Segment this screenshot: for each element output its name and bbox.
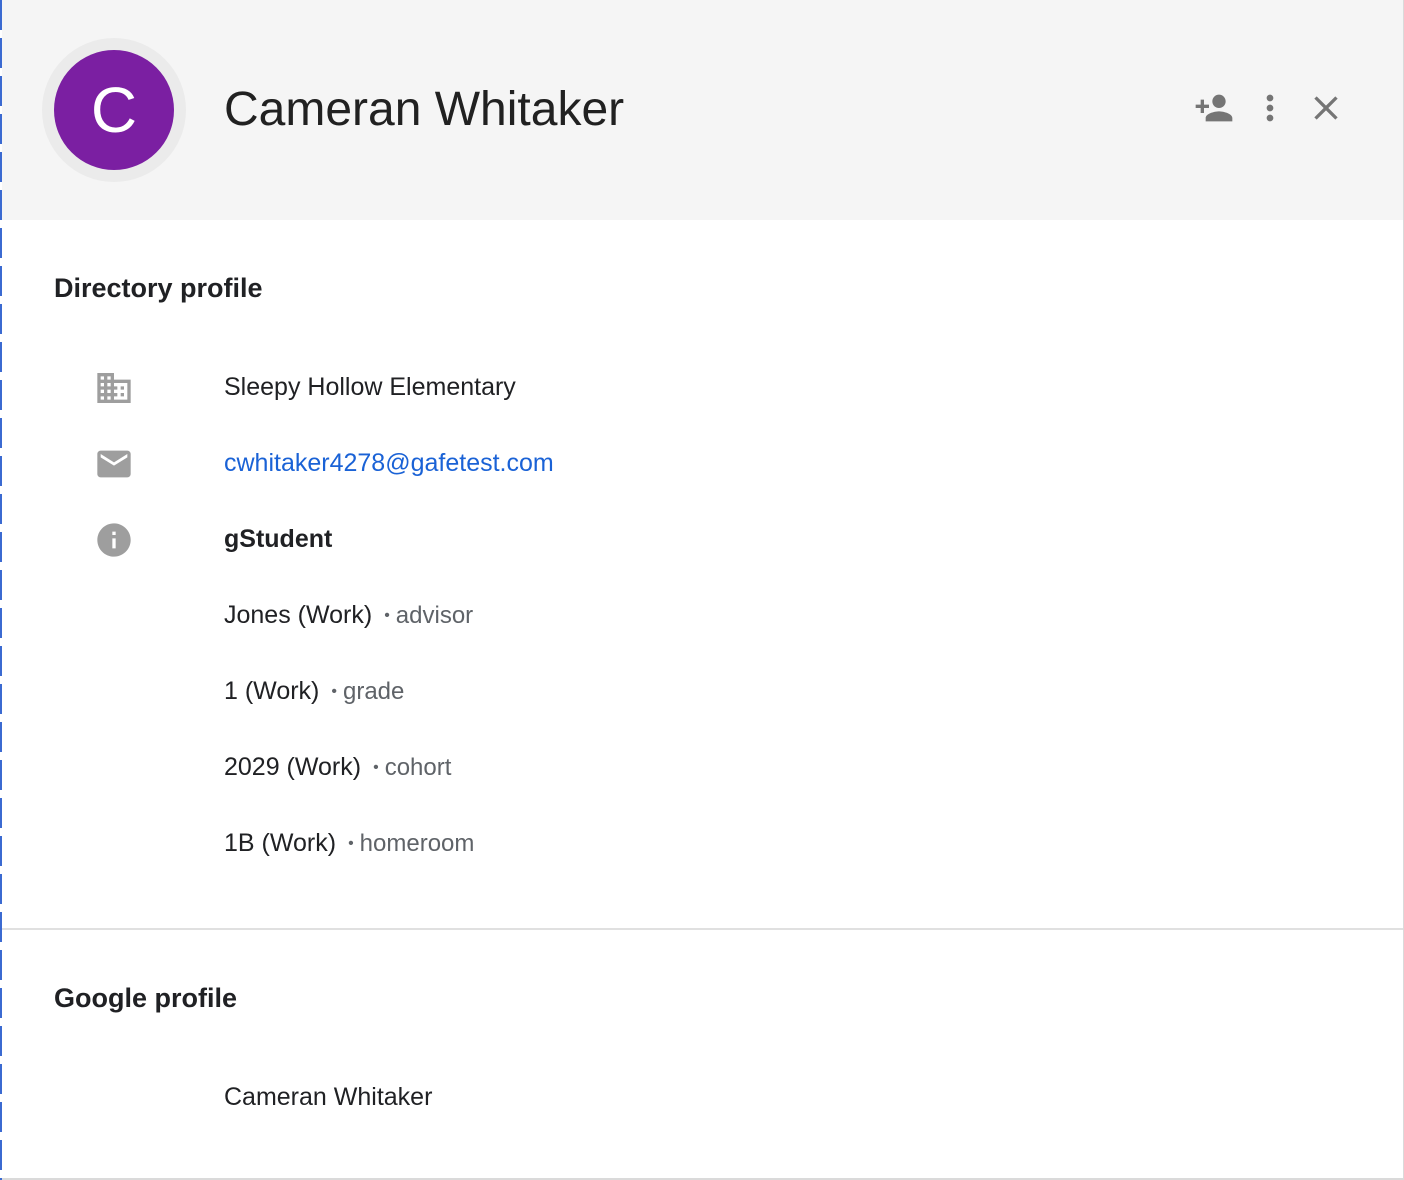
- business-icon: [94, 368, 134, 408]
- more-options-button[interactable]: [1246, 84, 1294, 132]
- close-button[interactable]: [1302, 84, 1350, 132]
- contact-card: C Cameran Whitaker Directory profile Sle…: [0, 0, 1404, 1180]
- field-type: advisor: [395, 602, 474, 629]
- contact-name: Cameran Whitaker: [224, 83, 625, 136]
- section-divider: [2, 928, 1403, 930]
- info-icon: [94, 520, 134, 560]
- google-profile-heading: Google profile: [54, 983, 238, 1013]
- google-profile-name: Cameran Whitaker: [224, 1083, 433, 1111]
- role-label: gStudent: [224, 525, 333, 553]
- field-type: grade: [342, 678, 405, 705]
- separator-dot: •: [348, 835, 354, 852]
- field-grade: 1 (Work) • grade: [224, 674, 404, 709]
- more-vert-icon: [1266, 94, 1274, 122]
- card-header: C Cameran Whitaker: [2, 0, 1403, 220]
- separator-dot: •: [331, 683, 337, 700]
- separator-dot: •: [373, 759, 379, 776]
- field-advisor: Jones (Work) • advisor: [224, 598, 473, 633]
- directory-profile-heading: Directory profile: [54, 273, 263, 303]
- person-add-icon: [1195, 94, 1233, 122]
- close-icon: [1314, 96, 1338, 120]
- field-homeroom: 1B (Work) • homeroom: [224, 826, 474, 861]
- field-value: 1B (Work): [224, 829, 337, 857]
- field-type: cohort: [384, 754, 452, 781]
- email-link[interactable]: cwhitaker4278@gafetest.com: [224, 446, 554, 480]
- email-icon: [94, 444, 134, 484]
- add-contact-button[interactable]: [1190, 84, 1238, 132]
- field-type: homeroom: [359, 830, 475, 857]
- field-value: 2029 (Work): [224, 753, 362, 781]
- avatar: C: [54, 50, 174, 170]
- field-value: Jones (Work): [224, 601, 373, 629]
- field-cohort: 2029 (Work) • cohort: [224, 750, 451, 785]
- separator-dot: •: [384, 607, 390, 624]
- field-value: 1 (Work): [224, 677, 320, 705]
- organization-name: Sleepy Hollow Elementary: [224, 373, 516, 401]
